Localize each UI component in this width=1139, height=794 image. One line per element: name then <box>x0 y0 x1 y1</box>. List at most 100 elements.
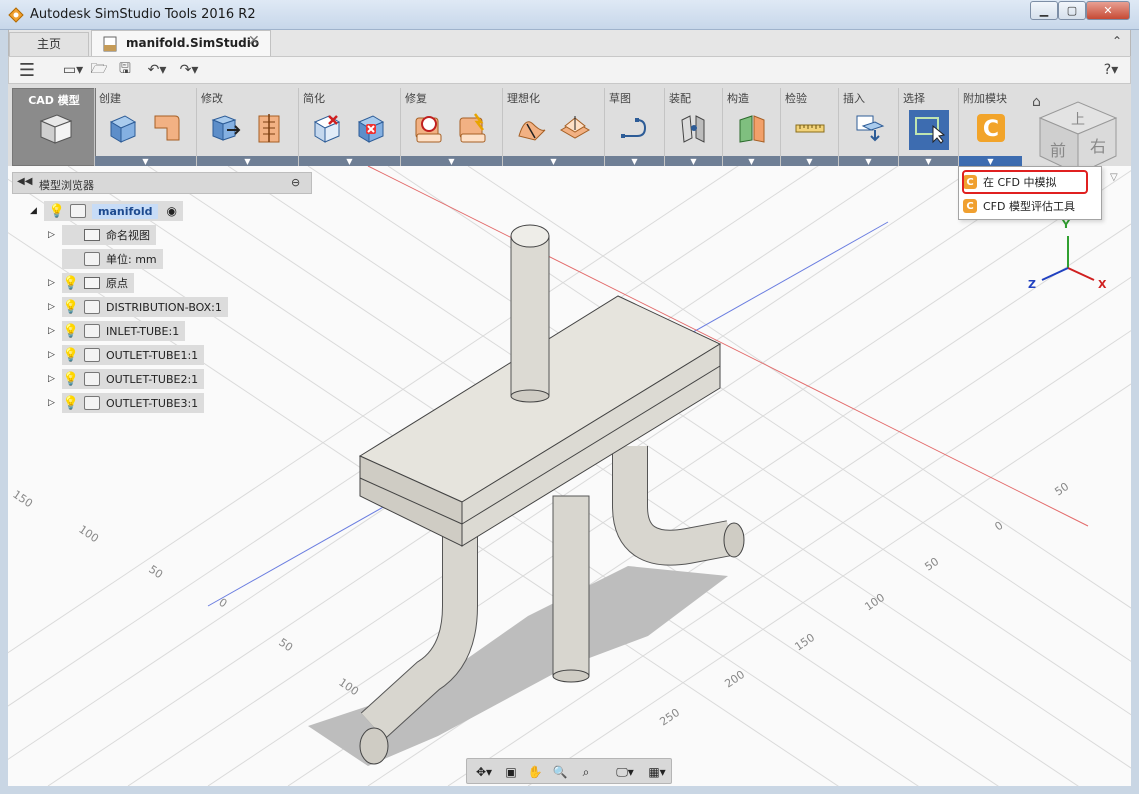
tree-item[interactable]: ▷ 💡 OUTLET-TUBE3:1 <box>48 393 205 413</box>
expand-arrow-icon[interactable]: ▷ <box>48 278 62 288</box>
folder-icon <box>84 229 100 241</box>
expand-arrow-icon[interactable]: ▷ <box>48 374 62 384</box>
tree-item[interactable]: ▷ 💡 原点 <box>48 273 134 293</box>
grid-label: 50 <box>276 636 295 655</box>
workspace-button[interactable]: CAD 模型 <box>12 88 96 166</box>
open-folder-icon[interactable]: 🗁 <box>89 61 109 79</box>
grid-settings-icon[interactable]: ▦▾ <box>643 762 671 782</box>
collapse-browser-icon[interactable]: ◀◀ <box>17 176 32 187</box>
expand-arrow-icon[interactable]: ▷ <box>48 350 62 360</box>
body-icon <box>84 396 100 410</box>
group-idealize-dropdown[interactable]: ▼ <box>503 156 604 166</box>
tree-item[interactable]: ▷ 💡 DISTRIBUTION-BOX:1 <box>48 297 228 317</box>
group-inspect-dropdown[interactable]: ▼ <box>781 156 838 166</box>
expand-arrow-icon[interactable]: ▷ <box>48 326 62 336</box>
grid-label: 150 <box>792 631 817 654</box>
menu-icon[interactable]: ☰ <box>17 60 37 81</box>
tree-item[interactable]: 单位: mm <box>48 249 163 269</box>
group-addins[interactable]: 附加模块 C ▼ <box>958 88 1022 166</box>
group-construct-dropdown[interactable]: ▼ <box>723 156 780 166</box>
minimize-button[interactable]: ▁ <box>1030 1 1058 20</box>
tree-item-label: 单位: mm <box>106 253 157 266</box>
new-file-icon[interactable]: ▭▾ <box>59 61 87 79</box>
model-viewport[interactable]: 150 100 50 0 50 100 50 0 50 100 150 200 … <box>8 166 1131 786</box>
group-construct[interactable]: 构造 ▼ <box>722 88 780 166</box>
tree-item-label: INLET-TUBE:1 <box>106 324 180 338</box>
sketch-line-icon <box>621 118 647 138</box>
tab-home[interactable]: 主页 <box>9 32 89 56</box>
group-create-dropdown[interactable]: ▼ <box>95 156 196 166</box>
visibility-bulb-icon[interactable]: 💡 <box>62 396 80 411</box>
group-sketch-dropdown[interactable]: ▼ <box>605 156 664 166</box>
visibility-bulb-icon[interactable]: 💡 <box>62 300 80 315</box>
orbit-icon[interactable]: ✥▾ <box>471 762 497 782</box>
menu-item-simulate-in-cfd[interactable]: C 在 CFD 中模拟 <box>962 170 1088 194</box>
group-idealize[interactable]: 理想化 ▼ <box>502 88 604 166</box>
group-inspect[interactable]: 检验 ▼ <box>780 88 838 166</box>
sketch-shape-icon <box>154 115 180 141</box>
stitch-icon <box>459 113 486 143</box>
visibility-bulb-icon[interactable]: 💡 <box>62 372 80 387</box>
viewcube-front-label: 前 <box>1050 141 1066 160</box>
tree-item[interactable]: ▷ 💡 OUTLET-TUBE1:1 <box>48 345 205 365</box>
maximize-button[interactable]: ▢ <box>1058 1 1086 20</box>
group-sketch[interactable]: 草图 ▼ <box>604 88 664 166</box>
visibility-bulb-icon[interactable]: 💡 <box>62 348 80 363</box>
look-at-icon[interactable]: ▣ <box>501 762 521 782</box>
menu-item-cfd-model-assessment[interactable]: C CFD 模型评估工具 <box>963 195 1075 217</box>
chevron-up-icon[interactable]: ⌃ <box>1112 34 1122 48</box>
document-tab-bar: 主页 manifold.SimStudio ✕ ⌃ <box>8 30 1131 56</box>
group-modify[interactable]: 修改 ▼ <box>196 88 298 166</box>
expand-arrow-icon[interactable]: ▷ <box>48 398 62 408</box>
plane-icon <box>739 115 765 143</box>
group-repair[interactable]: 修复 ▼ <box>400 88 502 166</box>
group-simplify-dropdown[interactable]: ▼ <box>299 156 400 166</box>
expand-arrow-icon[interactable]: ▷ <box>48 302 62 312</box>
visibility-bulb-icon[interactable]: 💡 <box>62 276 80 291</box>
group-modify-dropdown[interactable]: ▼ <box>197 156 298 166</box>
quick-access-toolbar: ☰ ▭▾ 🗁 🖫 ↶▾ ↷▾ ?▾ <box>8 56 1131 84</box>
save-icon[interactable]: 🖫 <box>115 61 135 79</box>
tree-item[interactable]: ▷ 命名视图 <box>48 225 156 245</box>
group-create[interactable]: 创建 ▼ <box>94 88 196 166</box>
group-addins-label: 附加模块 <box>963 92 1007 105</box>
surface-icon <box>518 121 546 141</box>
group-insert[interactable]: 插入 ▼ <box>838 88 898 166</box>
minimize-browser-icon[interactable]: ⊖ <box>291 176 300 189</box>
close-button[interactable]: ✕ <box>1086 1 1130 20</box>
tree-root[interactable]: ◢ 💡 manifold ◉ <box>30 201 183 221</box>
visibility-bulb-icon[interactable]: 💡 <box>48 204 66 219</box>
help-icon[interactable]: ?▾ <box>1097 61 1125 79</box>
group-insert-label: 插入 <box>843 92 865 105</box>
visibility-bulb-icon[interactable]: 💡 <box>62 324 80 339</box>
display-settings-icon[interactable]: 🖵▾ <box>611 762 639 782</box>
axis-z-label: Z <box>1028 278 1036 291</box>
group-select[interactable]: 选择 ▼ <box>898 88 958 166</box>
undo-icon[interactable]: ↶▾ <box>143 61 171 79</box>
collapse-arrow-icon[interactable]: ◢ <box>30 206 44 216</box>
window-title: Autodesk SimStudio Tools 2016 R2 <box>30 7 256 22</box>
zoom-icon[interactable]: 🔍 <box>549 762 571 782</box>
group-insert-dropdown[interactable]: ▼ <box>839 156 898 166</box>
group-select-dropdown[interactable]: ▼ <box>899 156 958 166</box>
group-assemble[interactable]: 装配 ▼ <box>664 88 722 166</box>
tree-item[interactable]: ▷ 💡 OUTLET-TUBE2:1 <box>48 369 205 389</box>
grid-label: 50 <box>922 555 941 574</box>
tab-document[interactable]: manifold.SimStudio ✕ <box>91 30 271 56</box>
pan-icon[interactable]: ✋ <box>525 762 545 782</box>
group-simplify[interactable]: 简化 ▼ <box>298 88 400 166</box>
group-select-label: 选择 <box>903 92 925 105</box>
group-repair-dropdown[interactable]: ▼ <box>401 156 502 166</box>
group-create-label: 创建 <box>99 92 121 105</box>
app-logo-icon <box>8 7 24 23</box>
expand-arrow-icon[interactable]: ▷ <box>48 230 62 240</box>
viewcube-menu-icon[interactable]: ▽ <box>1110 172 1118 183</box>
redo-icon[interactable]: ↷▾ <box>175 61 203 79</box>
activate-radio-icon[interactable]: ◉ <box>166 204 176 218</box>
close-tab-icon[interactable]: ✕ <box>248 33 260 49</box>
group-assemble-dropdown[interactable]: ▼ <box>665 156 722 166</box>
tree-item[interactable]: ▷ 💡 INLET-TUBE:1 <box>48 321 186 341</box>
grid-label: 50 <box>146 563 165 582</box>
fit-icon[interactable]: ⌕ <box>575 762 597 782</box>
group-addins-dropdown[interactable]: ▼ <box>959 156 1022 166</box>
